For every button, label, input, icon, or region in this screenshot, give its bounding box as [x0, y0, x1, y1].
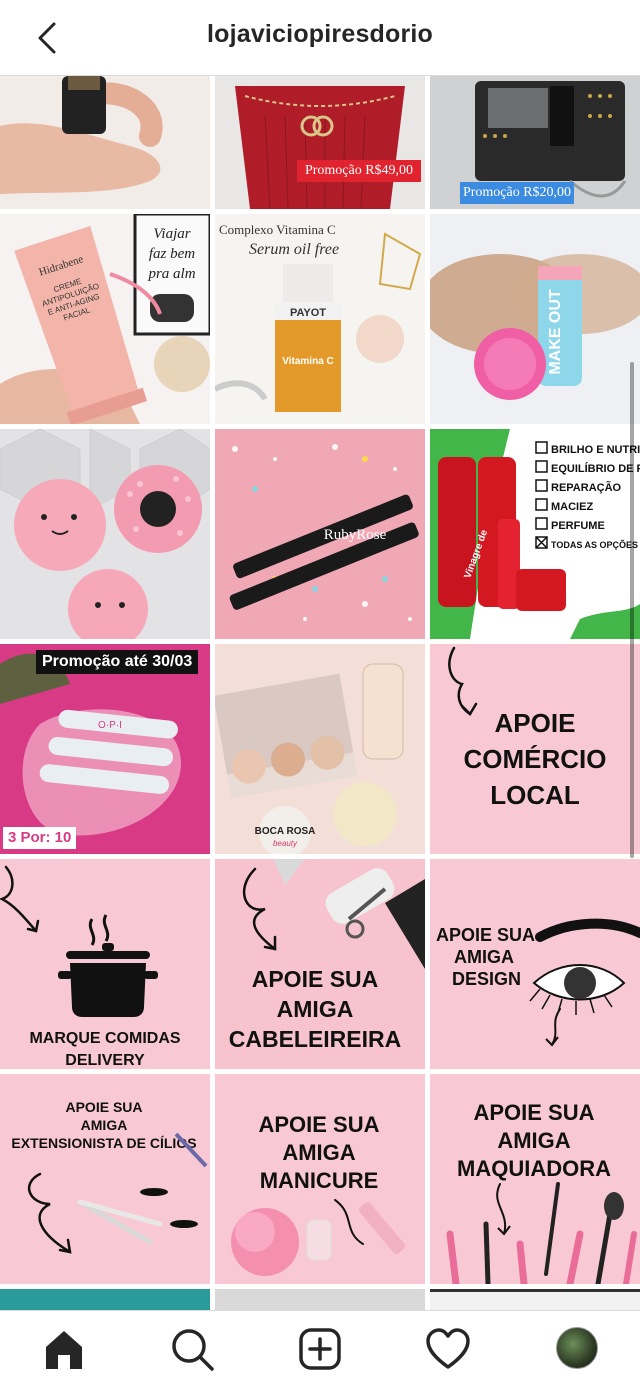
text-cabeleireira: CABELEIREIRA: [229, 1026, 402, 1052]
opi-promo-label: Promoção até 30/03: [36, 650, 199, 674]
vinagre-item-1: EQUILÍBRIO DE PH: [551, 462, 640, 475]
post-partial-1[interactable]: [0, 1289, 210, 1310]
home-icon[interactable]: [40, 1325, 88, 1373]
search-icon[interactable]: [168, 1325, 216, 1373]
post-apoie-maquiadora[interactable]: APOIE SUA AMIGA MAQUIADORA: [430, 1074, 640, 1284]
vitc-subtitle: Serum oil free: [249, 241, 339, 258]
opi-price-label: 3 Por: 10: [3, 827, 77, 849]
scrollbar[interactable]: [630, 362, 634, 858]
vinagre-item-0: BRILHO E NUTRIÇÃO: [551, 443, 640, 456]
text-amiga: AMIGA: [277, 996, 354, 1022]
text-design: DESIGN: [452, 969, 521, 989]
text-delivery: DELIVERY: [65, 1052, 145, 1069]
text-apoie-sua: APOIE SUA: [258, 1112, 379, 1137]
text-apoie-sua: APOIE SUA: [473, 1100, 594, 1125]
post-black-bag[interactable]: Promoção R$20,00: [430, 76, 640, 209]
post-partial-3[interactable]: [430, 1289, 640, 1310]
post-apoie-cabeleireira[interactable]: APOIE SUA AMIGA CABELEIREIRA: [215, 859, 425, 1069]
vitc-label: Vitamina C: [282, 356, 334, 367]
text-comercio: COMÉRCIO: [464, 744, 607, 774]
poster-line-2: faz bem: [149, 246, 195, 262]
profile-avatar[interactable]: [556, 1327, 598, 1369]
post-rubyrose-eyeliner[interactable]: RubyRose: [215, 429, 425, 639]
poster-line-1: Viajar: [153, 226, 190, 242]
vitc-brand: PAYOT: [290, 307, 326, 319]
promo-price-badge: Promoção R$20,00: [460, 182, 574, 204]
add-post-icon[interactable]: [296, 1325, 344, 1373]
profile-username-title: lojaviciopiresdorio: [206, 20, 434, 48]
text-extensionista: EXTENSIONISTA DE CÍLIOS: [11, 1135, 196, 1151]
top-bar: lojaviciopiresdorio: [0, 0, 640, 76]
text-manicure: MANICURE: [260, 1168, 379, 1193]
text-amiga: AMIGA: [81, 1117, 128, 1133]
post-red-bag[interactable]: Promoção R$49,00: [215, 76, 425, 209]
vinagre-item-5: TODAS AS OPÇÕES ACIMA: [551, 540, 640, 550]
opi-brand: O·P·I: [98, 720, 122, 731]
text-amiga: AMIGA: [454, 947, 514, 967]
boca-rosa-sub: beauty: [273, 839, 298, 848]
post-hand-serum[interactable]: [0, 76, 210, 209]
post-marque-comidas[interactable]: MARQUE COMIDAS DELIVERY: [0, 859, 210, 1069]
post-grid: Promoção R$49,00 Promoção R$20,00 Viajar…: [0, 76, 640, 1310]
heart-icon[interactable]: [424, 1325, 472, 1373]
post-hidrabene-cream[interactable]: Viajar faz bem pra alm Hidrabene CREME A…: [0, 214, 210, 424]
post-apoie-manicure[interactable]: APOIE SUA AMIGA MANICURE: [215, 1074, 425, 1284]
bottom-tab-bar: [0, 1310, 640, 1386]
post-makeup-remover[interactable]: MAKE OUT: [430, 214, 640, 424]
text-apoie-sua: APOIE SUA: [252, 966, 379, 992]
post-apoie-extensionista[interactable]: APOIE SUA AMIGA EXTENSIONISTA DE CÍLIOS: [0, 1074, 210, 1284]
post-partial-2[interactable]: [215, 1289, 425, 1310]
post-boca-rosa-palette[interactable]: BOCA ROSA beauty: [215, 644, 425, 854]
post-opi-nail-files[interactable]: O·P·I Promoção até 30/03 3 Por: 10: [0, 644, 210, 854]
post-vitamina-c-serum[interactable]: Complexo Vitamina C Serum oil free PAYOT…: [215, 214, 425, 424]
vinagre-item-3: MACIEZ: [551, 501, 593, 513]
text-marque-comidas: MARQUE COMIDAS: [29, 1030, 180, 1047]
post-silicone-brushes[interactable]: [0, 429, 210, 639]
post-apoie-comercio-local[interactable]: APOIE COMÉRCIO LOCAL: [430, 644, 640, 854]
text-apoie: APOIE: [495, 708, 576, 738]
text-amiga: AMIGA: [497, 1128, 570, 1153]
vitc-title: Complexo Vitamina C: [219, 222, 336, 237]
text-amiga: AMIGA: [282, 1140, 355, 1165]
makeup-text: MAKE OUT: [547, 289, 564, 375]
post-apoie-design[interactable]: APOIE SUA AMIGA DESIGN: [430, 859, 640, 1069]
post-vinagre-haircare[interactable]: BRILHO E NUTRIÇÃO EQUILÍBRIO DE PH REPARAÇ…: [430, 429, 640, 639]
poster-line-3: pra alm: [147, 266, 195, 282]
cooking-pot-icon: [58, 914, 158, 1017]
text-maquiadora: MAQUIADORA: [457, 1156, 611, 1181]
text-apoie-sua: APOIE SUA: [65, 1099, 142, 1115]
boca-rosa-brand: BOCA ROSA: [255, 826, 316, 837]
vinagre-item-2: REPARAÇÃO: [551, 481, 622, 494]
text-apoie-sua: APOIE SUA: [436, 925, 535, 945]
promo-price-badge: Promoção R$49,00: [297, 160, 421, 182]
text-local: LOCAL: [490, 780, 580, 810]
liner-brand: RubyRose: [324, 527, 387, 543]
vinagre-item-4: PERFUME: [551, 520, 605, 532]
